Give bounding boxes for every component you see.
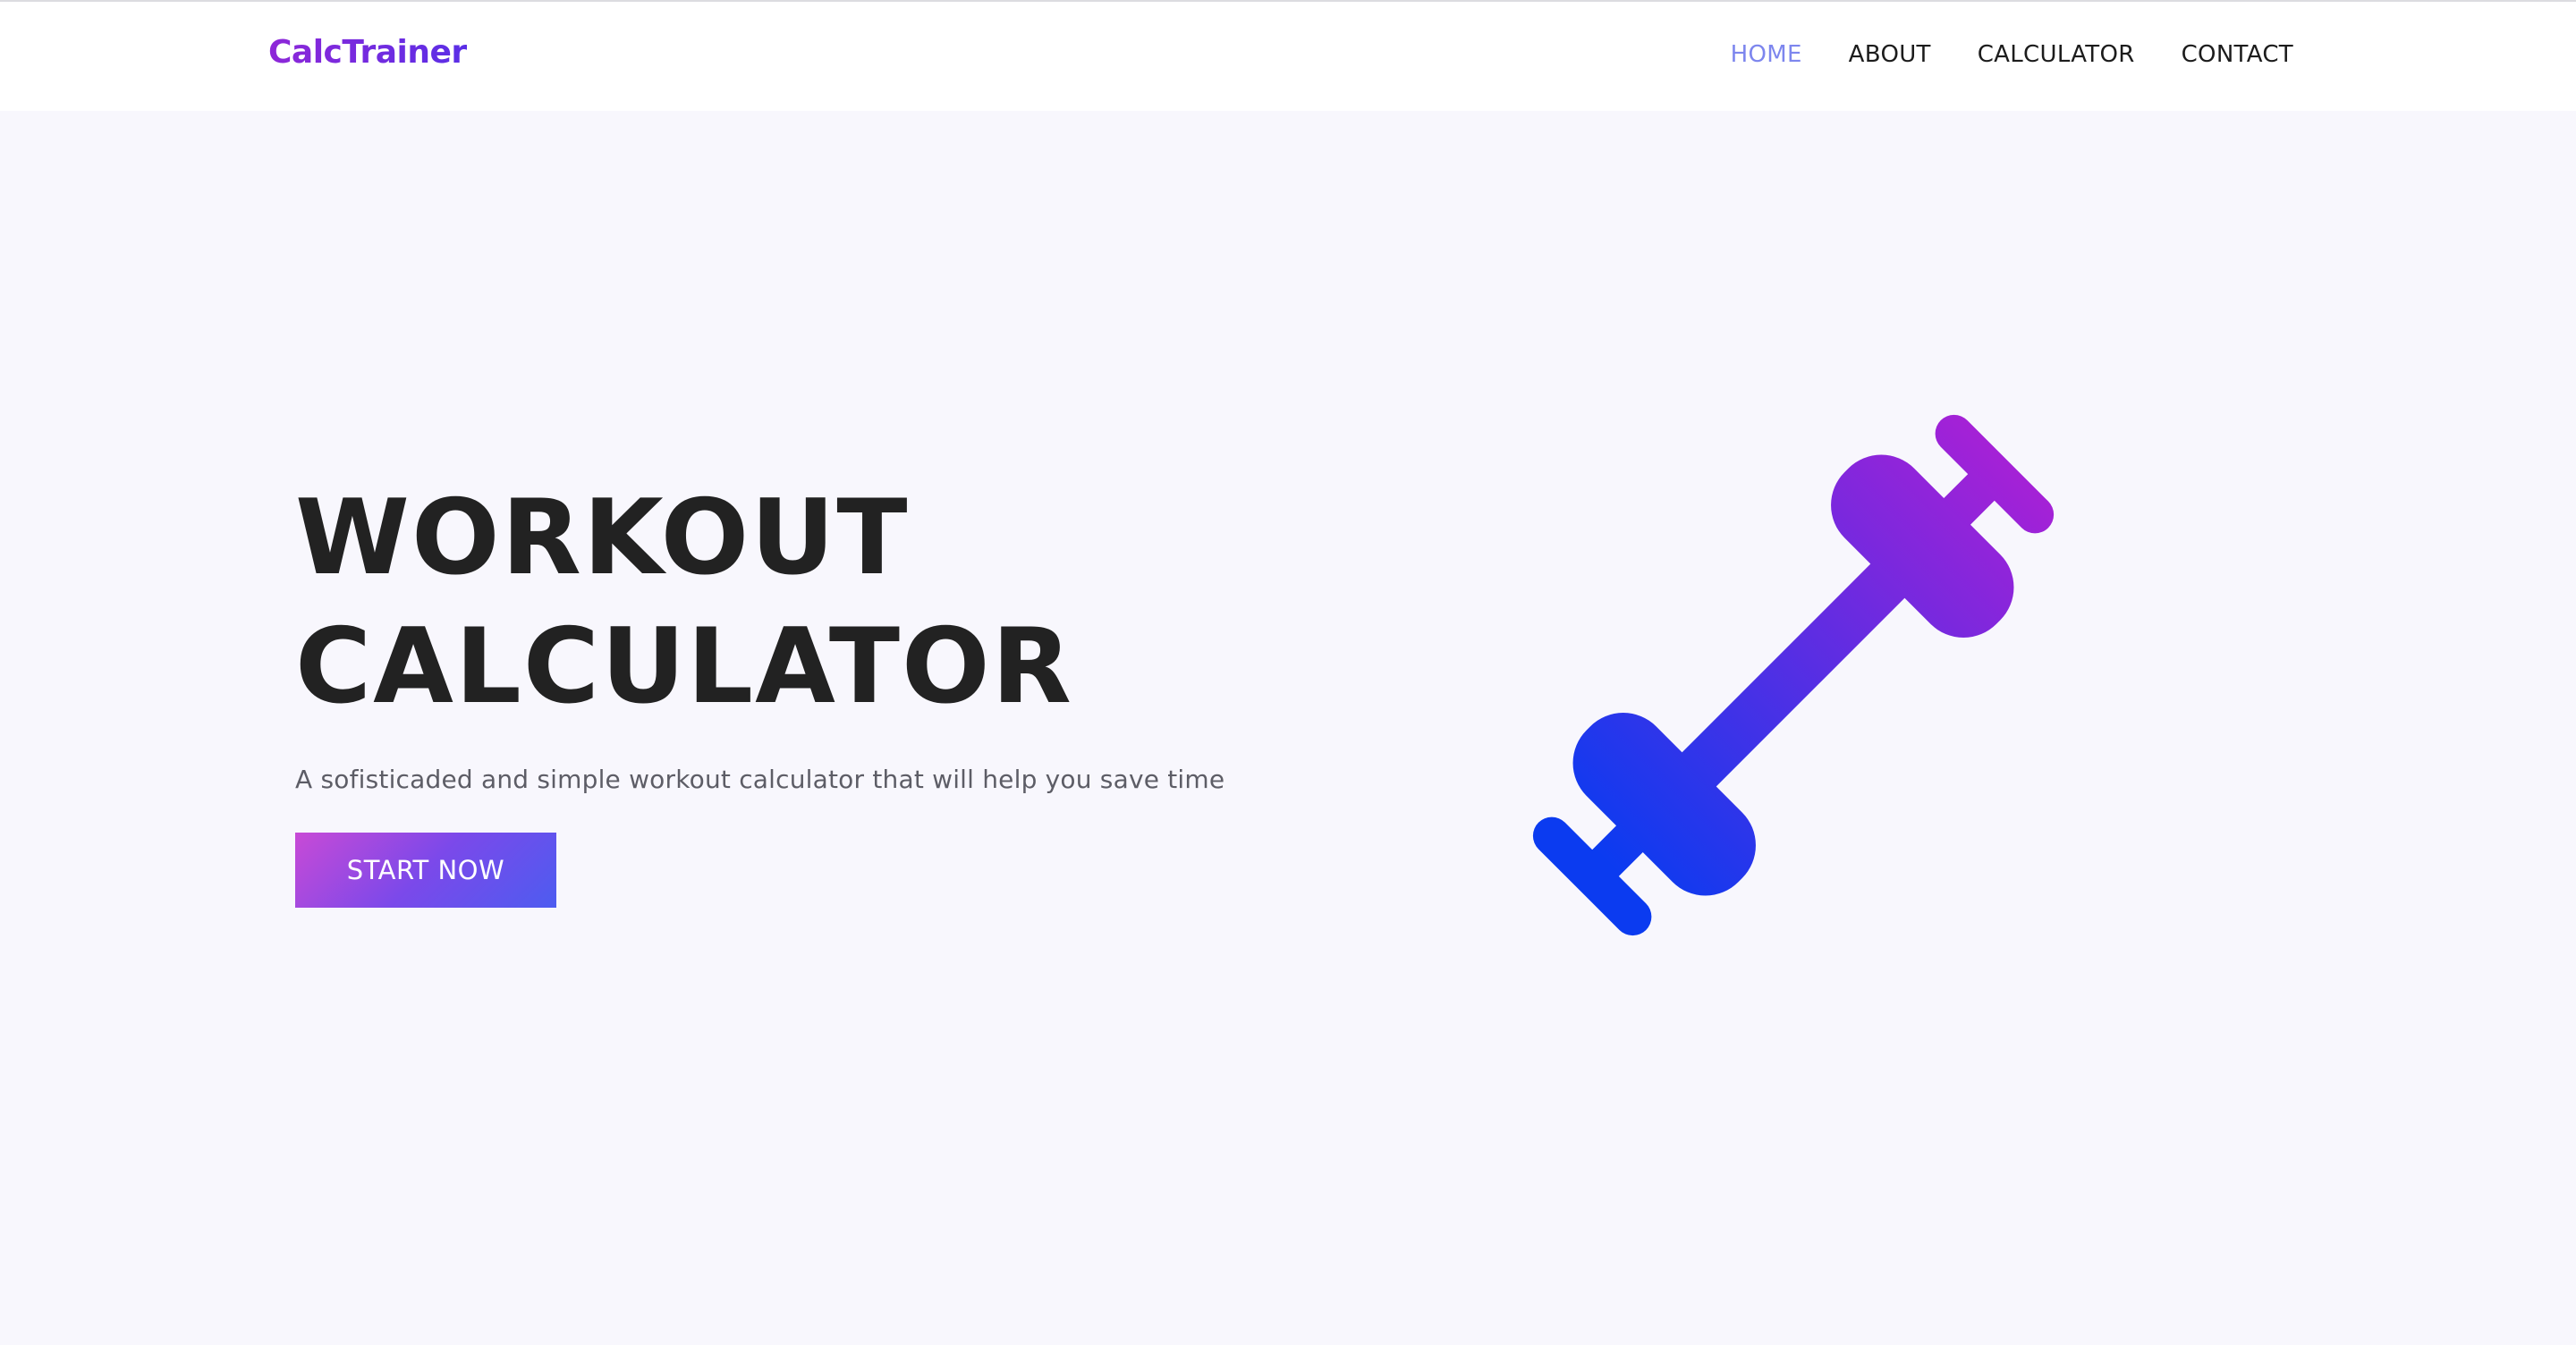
hero-title-line-1: WORKOUT — [295, 478, 910, 598]
start-now-button[interactable]: START NOW — [295, 833, 556, 908]
main-nav: HOME ABOUT CALCULATOR CONTACT — [1731, 41, 2293, 68]
nav-contact[interactable]: CONTACT — [2182, 41, 2293, 68]
nav-about[interactable]: ABOUT — [1849, 41, 1931, 68]
hero-subtitle: A sofisticaded and simple workout calcul… — [295, 765, 1225, 794]
hero-title: WORKOUT CALCULATOR — [295, 474, 1073, 732]
dumbbell-shape — [1532, 414, 2055, 936]
dumbbell-icon — [1532, 414, 2055, 936]
navbar: CalcTrainer HOME ABOUT CALCULATOR CONTAC… — [0, 2, 2576, 111]
brand-logo[interactable]: CalcTrainer — [268, 34, 467, 71]
nav-calculator[interactable]: CALCULATOR — [1978, 41, 2135, 68]
hero-title-line-2: CALCULATOR — [295, 606, 1073, 727]
nav-home[interactable]: HOME — [1731, 41, 1802, 68]
